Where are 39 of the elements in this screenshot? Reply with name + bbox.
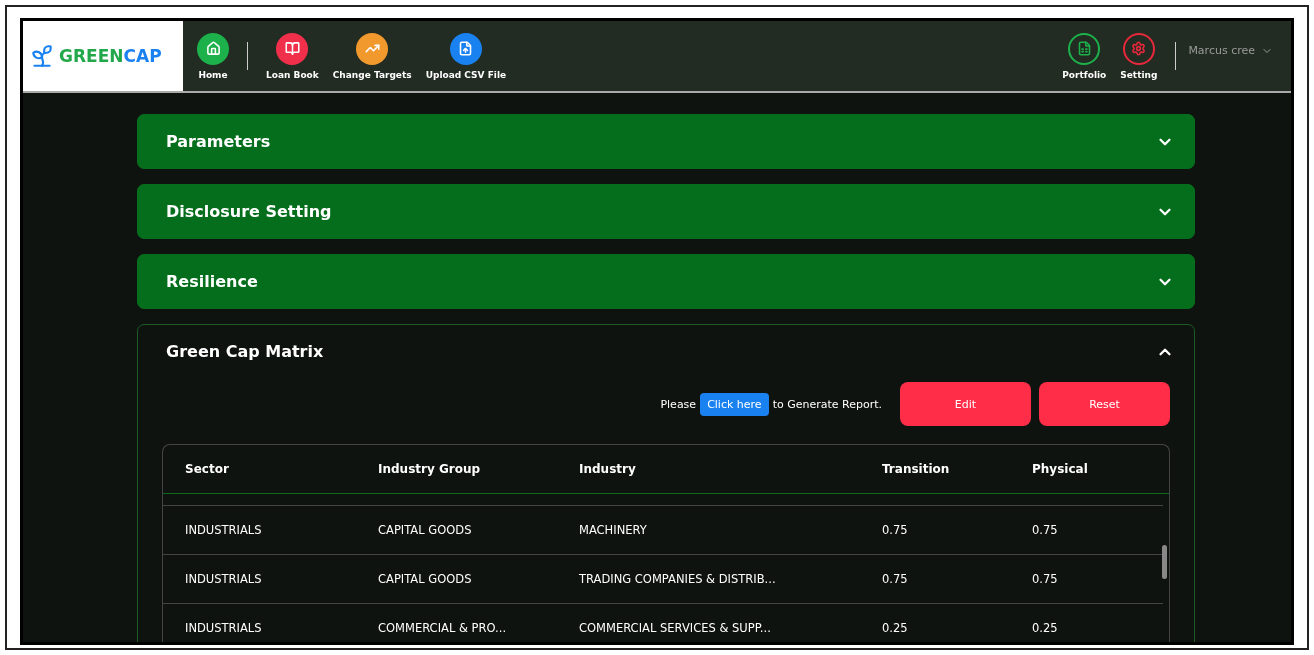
nav-button[interactable]: Home: [195, 32, 231, 80]
table-cell-text: INDUSTRIALS: [185, 523, 263, 537]
nav-button[interactable]: Change Targets: [330, 32, 414, 80]
action-button[interactable]: Reset: [1039, 382, 1170, 426]
action-button[interactable]: Edit: [900, 382, 1031, 426]
column-header: Industry: [579, 462, 637, 476]
column-header: Sector: [185, 462, 230, 476]
table-cell-text: 0.75: [882, 572, 909, 586]
nav-button[interactable]: Loan Book: [264, 32, 321, 80]
table-cell-text: INDUSTRIALS: [185, 572, 263, 586]
accordion-header[interactable]: Parameters: [138, 115, 1194, 168]
accordion-header[interactable]: Green Cap Matrix: [138, 325, 1194, 378]
click-here-button[interactable]: Click here: [700, 392, 769, 416]
table-cell-text: CAPITAL GOODS: [378, 523, 473, 537]
table-cell-text: 0.25: [882, 621, 909, 635]
column-header: Transition: [882, 462, 951, 476]
column-header: Physical: [1032, 462, 1089, 476]
note-text: to Generate Report.: [772, 397, 882, 411]
table-cell-text: MACHINERY: [579, 523, 648, 537]
user-menu[interactable]: Marcus cree: [1182, 43, 1279, 58]
table-cell-text: INDUSTRIALS: [185, 621, 263, 635]
column-header: Industry Group: [378, 462, 482, 476]
table-cell-text: COMMERCIAL & PRO...: [378, 621, 508, 635]
scrollbar-thumb[interactable]: [1162, 545, 1167, 579]
nav-button[interactable]: Upload CSV File: [423, 32, 509, 80]
table-cell-text: 0.25: [1032, 621, 1059, 635]
sprout-icon: [29, 43, 55, 69]
note-text: Please: [660, 397, 697, 411]
table-cell-text: 0.75: [1032, 523, 1059, 537]
nav-button[interactable]: Setting: [1118, 32, 1160, 80]
brand-name: GREENCAP: [59, 46, 162, 66]
table-cell-text: CAPITAL GOODS: [378, 572, 473, 586]
table-cell-text: COMMERCIAL SERVICES & SUPP...: [579, 621, 772, 635]
table-cell-text: TRADING COMPANIES & DISTRIB...: [579, 572, 777, 586]
table-cell-text: 0.75: [1032, 572, 1059, 586]
accordion-header[interactable]: Disclosure Setting: [138, 185, 1194, 238]
table-cell-text: 0.75: [882, 523, 909, 537]
accordion-header[interactable]: Resilience: [138, 255, 1194, 308]
nav-button[interactable]: Portfolio: [1060, 32, 1109, 80]
